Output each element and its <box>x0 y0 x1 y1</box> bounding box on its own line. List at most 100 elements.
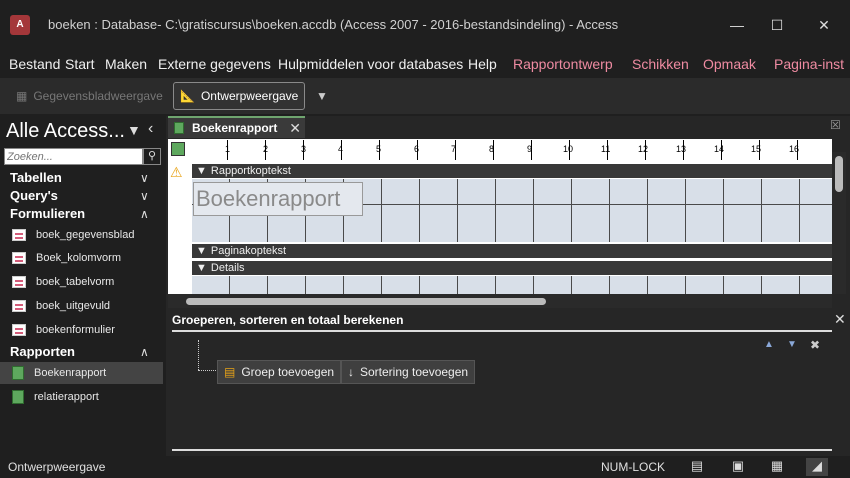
ruler-label: 2 <box>263 144 269 154</box>
group-rapporten[interactable]: Rapporten <box>10 344 75 359</box>
delete-icon[interactable]: ✖ <box>810 338 820 352</box>
numlock-indicator: NUM-LOCK <box>601 460 666 474</box>
minimize-button[interactable]: — <box>717 12 757 38</box>
section-label: Paginakoptekst <box>210 245 287 257</box>
report-title-label-control[interactable]: Boekenrapport <box>193 182 363 216</box>
menu-pagina-instelling[interactable]: Pagina-inst <box>774 56 844 72</box>
details-grid[interactable] <box>192 276 832 294</box>
add-group-label: Groep toevoegen <box>241 365 335 379</box>
ruler-label: 5 <box>376 144 382 154</box>
ruler-label: 6 <box>414 144 420 154</box>
form-icon <box>12 300 26 312</box>
nav-item-label: boek_uitgevuld <box>36 300 111 312</box>
nav-item-form[interactable]: boek_gegevensblad <box>0 224 163 246</box>
nav-item-report-selected[interactable]: Boekenrapport <box>0 362 163 384</box>
section-arrow-icon: ▼ <box>196 165 207 177</box>
ruler-label: 4 <box>338 144 344 154</box>
design-view-label: Ontwerpweergave <box>200 89 299 103</box>
ruler-label: 8 <box>489 144 495 154</box>
section-report-header[interactable]: ▼ Rapportkoptekst <box>192 164 832 178</box>
warning-icon[interactable]: ⚠ <box>170 164 183 181</box>
form-icon <box>12 276 26 288</box>
nav-menu-dropdown-icon[interactable]: ▼ <box>127 122 141 138</box>
nav-search-input[interactable] <box>4 148 143 165</box>
tree-line <box>198 340 199 370</box>
status-bar <box>0 456 850 478</box>
menu-schikken[interactable]: Schikken <box>632 56 689 72</box>
datasheet-view-button[interactable]: ▦ Gegevensbladweergave <box>10 82 169 110</box>
menu-rapportontwerp[interactable]: Rapportontwerp <box>513 56 613 72</box>
sort-az-icon: ↓ <box>348 365 354 379</box>
ruler-label: 16 <box>789 144 800 154</box>
section-arrow-icon: ▼ <box>196 262 207 274</box>
section-page-header[interactable]: ▼ Paginakoptekst <box>192 244 832 258</box>
menu-opmaak[interactable]: Opmaak <box>703 56 756 72</box>
tab-boekenrapport[interactable]: Boekenrapport ✕ <box>168 116 305 138</box>
ruler-label: 13 <box>676 144 687 154</box>
print-preview-icon[interactable]: ▣ <box>727 458 749 476</box>
move-up-icon[interactable]: ▲ <box>764 339 774 350</box>
form-icon <box>12 324 26 336</box>
horizontal-ruler: 1 2 3 4 5 6 7 8 9 10 11 12 13 14 15 16 <box>190 140 832 160</box>
ruler-label: 15 <box>751 144 762 154</box>
status-view-name: Ontwerpweergave <box>8 460 106 474</box>
datasheet-icon: ▦ <box>16 89 28 103</box>
report-selector[interactable] <box>171 142 185 156</box>
window-title: boeken : Database- C:\gratiscursus\boeke… <box>48 17 619 32</box>
tab-label: Boekenrapport <box>192 121 278 135</box>
ruler-label: 12 <box>638 144 649 154</box>
group-queries[interactable]: Query's <box>10 188 58 203</box>
chevron-up-icon[interactable]: ∧ <box>140 207 149 221</box>
report-icon <box>12 366 24 380</box>
chevron-up-icon[interactable]: ∧ <box>140 345 149 359</box>
close-tab-icon[interactable]: ✕ <box>289 120 301 137</box>
chevron-down-icon[interactable]: ∨ <box>140 189 149 203</box>
collapse-pane-icon[interactable]: ‹ <box>148 120 153 138</box>
menu-hulpmiddelen[interactable]: Hulpmiddelen voor databases <box>278 56 463 72</box>
ruler-label: 1 <box>225 144 231 154</box>
group-sort-title: Groeperen, sorteren en totaal berekenen <box>172 313 404 327</box>
vertical-scroll-thumb[interactable] <box>835 156 843 192</box>
design-view-button[interactable]: 📐 Ontwerpweergave <box>173 82 306 110</box>
quick-access-dropdown[interactable]: ▼ <box>310 82 334 110</box>
menu-help[interactable]: Help <box>468 56 497 72</box>
nav-item-form[interactable]: boek_uitgevuld <box>0 295 163 317</box>
nav-item-label: Boekenrapport <box>34 367 107 379</box>
move-down-icon[interactable]: ▼ <box>787 339 797 350</box>
nav-pane-title[interactable]: Alle Access... <box>6 120 125 143</box>
ruler-label: 7 <box>451 144 457 154</box>
nav-item-label: boek_gegevensblad <box>36 229 135 241</box>
report-icon <box>12 390 24 404</box>
nav-item-form[interactable]: boekenformulier <box>0 319 163 341</box>
chevron-down-icon[interactable]: ∨ <box>140 171 149 185</box>
form-icon <box>12 229 26 241</box>
horizontal-scroll-thumb[interactable] <box>186 298 546 305</box>
section-label: Details <box>210 262 245 274</box>
report-view-icon[interactable]: ▤ <box>686 458 708 476</box>
add-sort-button[interactable]: ↓ Sortering toevoegen <box>341 360 476 384</box>
search-icon[interactable]: ⚲ <box>143 148 161 165</box>
nav-item-label: boek_tabelvorm <box>36 276 115 288</box>
access-logo-icon: A <box>10 15 30 35</box>
close-panel-icon[interactable]: ✕ <box>834 311 846 328</box>
menu-bar: Bestand Start Maken Externe gegevens Hul… <box>0 52 850 78</box>
add-sort-label: Sortering toevoegen <box>360 365 469 379</box>
section-details[interactable]: ▼ Details <box>192 261 832 275</box>
menu-start[interactable]: Start <box>65 56 95 72</box>
add-group-button[interactable]: ▤ Groep toevoegen <box>217 360 342 384</box>
nav-item-form[interactable]: Boek_kolomvorm <box>0 247 163 269</box>
datasheet-view-label: Gegevensbladweergave <box>33 89 163 103</box>
menu-externe-gegevens[interactable]: Externe gegevens <box>158 56 271 72</box>
close-window-button[interactable]: ✕ <box>804 12 844 38</box>
nav-item-report[interactable]: relatierapport <box>0 386 163 408</box>
layout-view-icon[interactable]: ▦ <box>766 458 788 476</box>
nav-item-form[interactable]: boek_tabelvorm <box>0 271 163 293</box>
menu-maken[interactable]: Maken <box>105 56 147 72</box>
group-tabellen[interactable]: Tabellen <box>10 170 62 185</box>
ruler-label: 11 <box>601 144 611 154</box>
group-formulieren[interactable]: Formulieren <box>10 206 85 221</box>
menu-bestand[interactable]: Bestand <box>9 56 60 72</box>
design-view-icon[interactable]: ◢ <box>806 458 828 476</box>
close-document-icon[interactable]: ☒ <box>830 118 841 132</box>
maximize-button[interactable]: ☐ <box>757 12 797 38</box>
